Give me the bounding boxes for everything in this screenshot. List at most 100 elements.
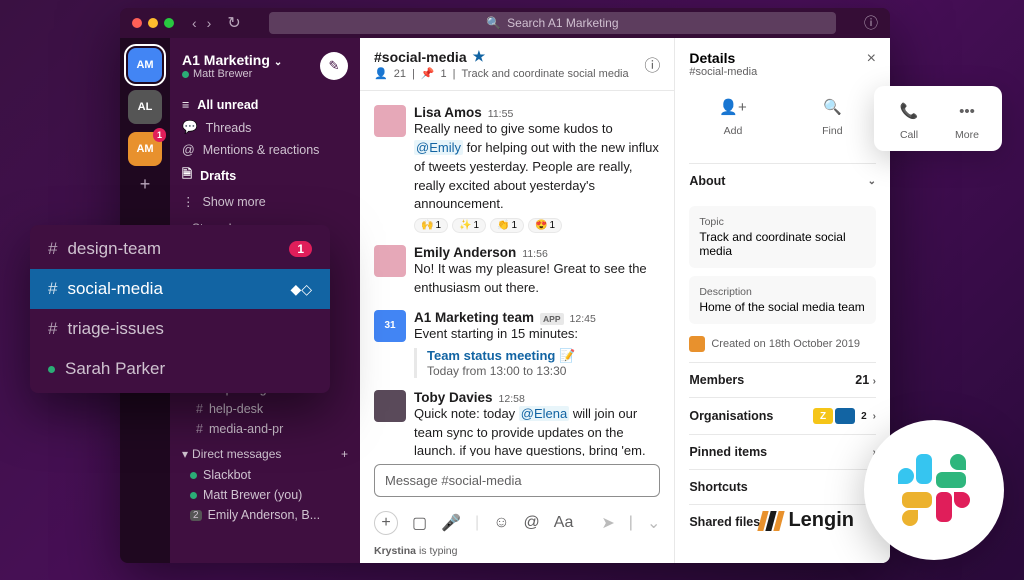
composer-toolbar: + ▢ 🎤 | ☺ @ Aa ➤ | ⌄: [360, 505, 674, 545]
info-icon[interactable]: ⓘ: [644, 52, 660, 76]
unread-badge: 1: [289, 241, 312, 257]
channel-item[interactable]: media-and-pr: [170, 419, 360, 439]
format-icon[interactable]: Aa: [554, 514, 574, 532]
dm-item[interactable]: Slackbot: [170, 465, 360, 485]
find-icon: 🔍: [817, 92, 847, 122]
compose-button[interactable]: ✎: [320, 52, 348, 80]
avatar[interactable]: [374, 245, 406, 277]
action-find[interactable]: 🔍Find: [817, 92, 847, 137]
switcher-item[interactable]: #social-media ◆◇: [30, 269, 330, 309]
message-list: Lisa Amos11:55 Really need to give some …: [360, 91, 674, 456]
pinned-section[interactable]: Pinned items›: [689, 434, 876, 469]
action-add[interactable]: 👤+Add: [718, 92, 748, 137]
slack-logo: [864, 420, 1004, 560]
back-icon[interactable]: ‹: [192, 15, 197, 31]
add-person-icon: 👤+: [718, 92, 748, 122]
emoji-icon[interactable]: ☺: [493, 514, 509, 532]
search-icon: 🔍: [486, 16, 501, 30]
reaction[interactable]: 😍1: [528, 218, 562, 233]
workspace-a1[interactable]: AM: [128, 48, 162, 82]
titlebar: ‹ › ↻ 🔍 Search A1 Marketing ⓘ: [120, 8, 890, 38]
section-dms[interactable]: ▾ Direct messages+: [170, 439, 360, 465]
author[interactable]: Emily Anderson: [414, 245, 516, 260]
author[interactable]: Toby Davies: [414, 390, 493, 405]
list-icon: ≡: [182, 98, 189, 112]
reaction[interactable]: ✨1: [452, 218, 486, 233]
action-call[interactable]: 📞Call: [880, 96, 938, 141]
star-icon[interactable]: ★: [473, 48, 486, 65]
close-dot[interactable]: [132, 18, 142, 28]
dm-item[interactable]: Matt Brewer (you): [170, 485, 360, 505]
members-section[interactable]: Members21 ›: [689, 362, 876, 397]
close-icon[interactable]: ×: [867, 50, 876, 68]
reaction[interactable]: 🙌1: [414, 218, 448, 233]
attach-icon[interactable]: +: [374, 511, 398, 535]
minimize-dot[interactable]: [148, 18, 158, 28]
forward-icon[interactable]: ›: [207, 15, 212, 31]
channel-header: #social-media★ 👤21 | 📌1 | Track and coor…: [360, 38, 674, 91]
video-icon[interactable]: ▢: [412, 513, 427, 533]
nav-all-unread[interactable]: ≡All unread: [170, 94, 360, 116]
help-icon[interactable]: ⓘ: [864, 13, 878, 33]
more-icon: •••: [952, 96, 982, 126]
calendar-icon[interactable]: 31: [374, 310, 406, 342]
about-section[interactable]: About⌄: [689, 163, 876, 198]
maximize-dot[interactable]: [164, 18, 174, 28]
orgs-section[interactable]: Organisations Z2›: [689, 397, 876, 434]
search-input[interactable]: 🔍 Search A1 Marketing: [269, 12, 836, 34]
nav-drafts[interactable]: 🗎Drafts: [170, 161, 360, 190]
search-placeholder: Search A1 Marketing: [507, 16, 618, 30]
action-more[interactable]: •••More: [938, 96, 996, 141]
message[interactable]: Toby Davies12:58 Quick note: today @Elen…: [374, 384, 660, 456]
nav-threads[interactable]: 💬Threads: [170, 116, 360, 139]
at-icon[interactable]: @: [524, 514, 540, 532]
nav-mentions[interactable]: @Mentions & reactions: [170, 139, 360, 161]
dm-item[interactable]: 2Emily Anderson, B...: [170, 505, 360, 525]
message[interactable]: Emily Anderson11:56 No! It was my pleasu…: [374, 239, 660, 304]
mention[interactable]: @Elena: [519, 406, 569, 421]
add-workspace-icon[interactable]: +: [140, 174, 151, 195]
shared-channel-icon: ◆◇: [290, 281, 312, 298]
workspace-al[interactable]: AL: [128, 90, 162, 124]
nav-more[interactable]: ⋮Show more: [170, 190, 360, 213]
typing-indicator: Krystina is typing: [360, 545, 674, 563]
channel-topic: Track and coordinate social media: [462, 68, 629, 80]
unread-badge: 1: [153, 128, 166, 142]
author[interactable]: A1 Marketing team: [414, 310, 534, 325]
about-description[interactable]: Description Home of the social media tea…: [689, 276, 876, 324]
reaction[interactable]: 👏1: [490, 218, 524, 233]
message[interactable]: Lisa Amos11:55 Really need to give some …: [374, 99, 660, 239]
window-controls[interactable]: [132, 18, 174, 28]
message-composer[interactable]: Message #social-media: [374, 464, 660, 497]
user-status[interactable]: Matt Brewer: [182, 68, 282, 80]
switcher-item[interactable]: #triage-issues: [30, 309, 330, 349]
channel-name[interactable]: #social-media: [374, 49, 467, 65]
avatar[interactable]: [374, 390, 406, 422]
app-badge: APP: [540, 313, 563, 325]
about-topic[interactable]: Topic Track and coordinate social media: [689, 206, 876, 268]
switcher-item[interactable]: Sarah Parker: [30, 349, 330, 389]
mention[interactable]: @Emily: [414, 140, 463, 155]
event-link[interactable]: Team status meeting 📝: [427, 348, 660, 364]
history-icon[interactable]: ↻: [227, 13, 240, 33]
workspace-name[interactable]: A1 Marketing ⌄: [182, 52, 282, 68]
presence-icon: [48, 366, 55, 373]
send-icon[interactable]: ➤: [601, 513, 614, 533]
drafts-icon: 🗎: [182, 165, 192, 186]
mic-icon[interactable]: 🎤: [441, 513, 461, 533]
switcher-item[interactable]: #design-team 1: [30, 229, 330, 269]
shortcuts-section[interactable]: Shortcuts›: [689, 469, 876, 504]
message[interactable]: 31 A1 Marketing teamAPP12:45 Event start…: [374, 304, 660, 384]
org-badge-icon: Z: [813, 408, 833, 424]
author[interactable]: Lisa Amos: [414, 105, 482, 120]
people-icon: 👤: [374, 67, 388, 80]
org-badge-icon: [835, 408, 855, 424]
presence-icon: [182, 71, 189, 78]
action-card: 📞Call •••More: [874, 86, 1002, 151]
channel-item[interactable]: help-desk: [170, 399, 360, 419]
lengin-icon: [760, 511, 782, 531]
workspace-am2[interactable]: AM1: [128, 132, 162, 166]
avatar[interactable]: [374, 105, 406, 137]
chevron-down-icon[interactable]: ⌄: [647, 513, 660, 533]
channel-view: #social-media★ 👤21 | 📌1 | Track and coor…: [360, 38, 675, 563]
